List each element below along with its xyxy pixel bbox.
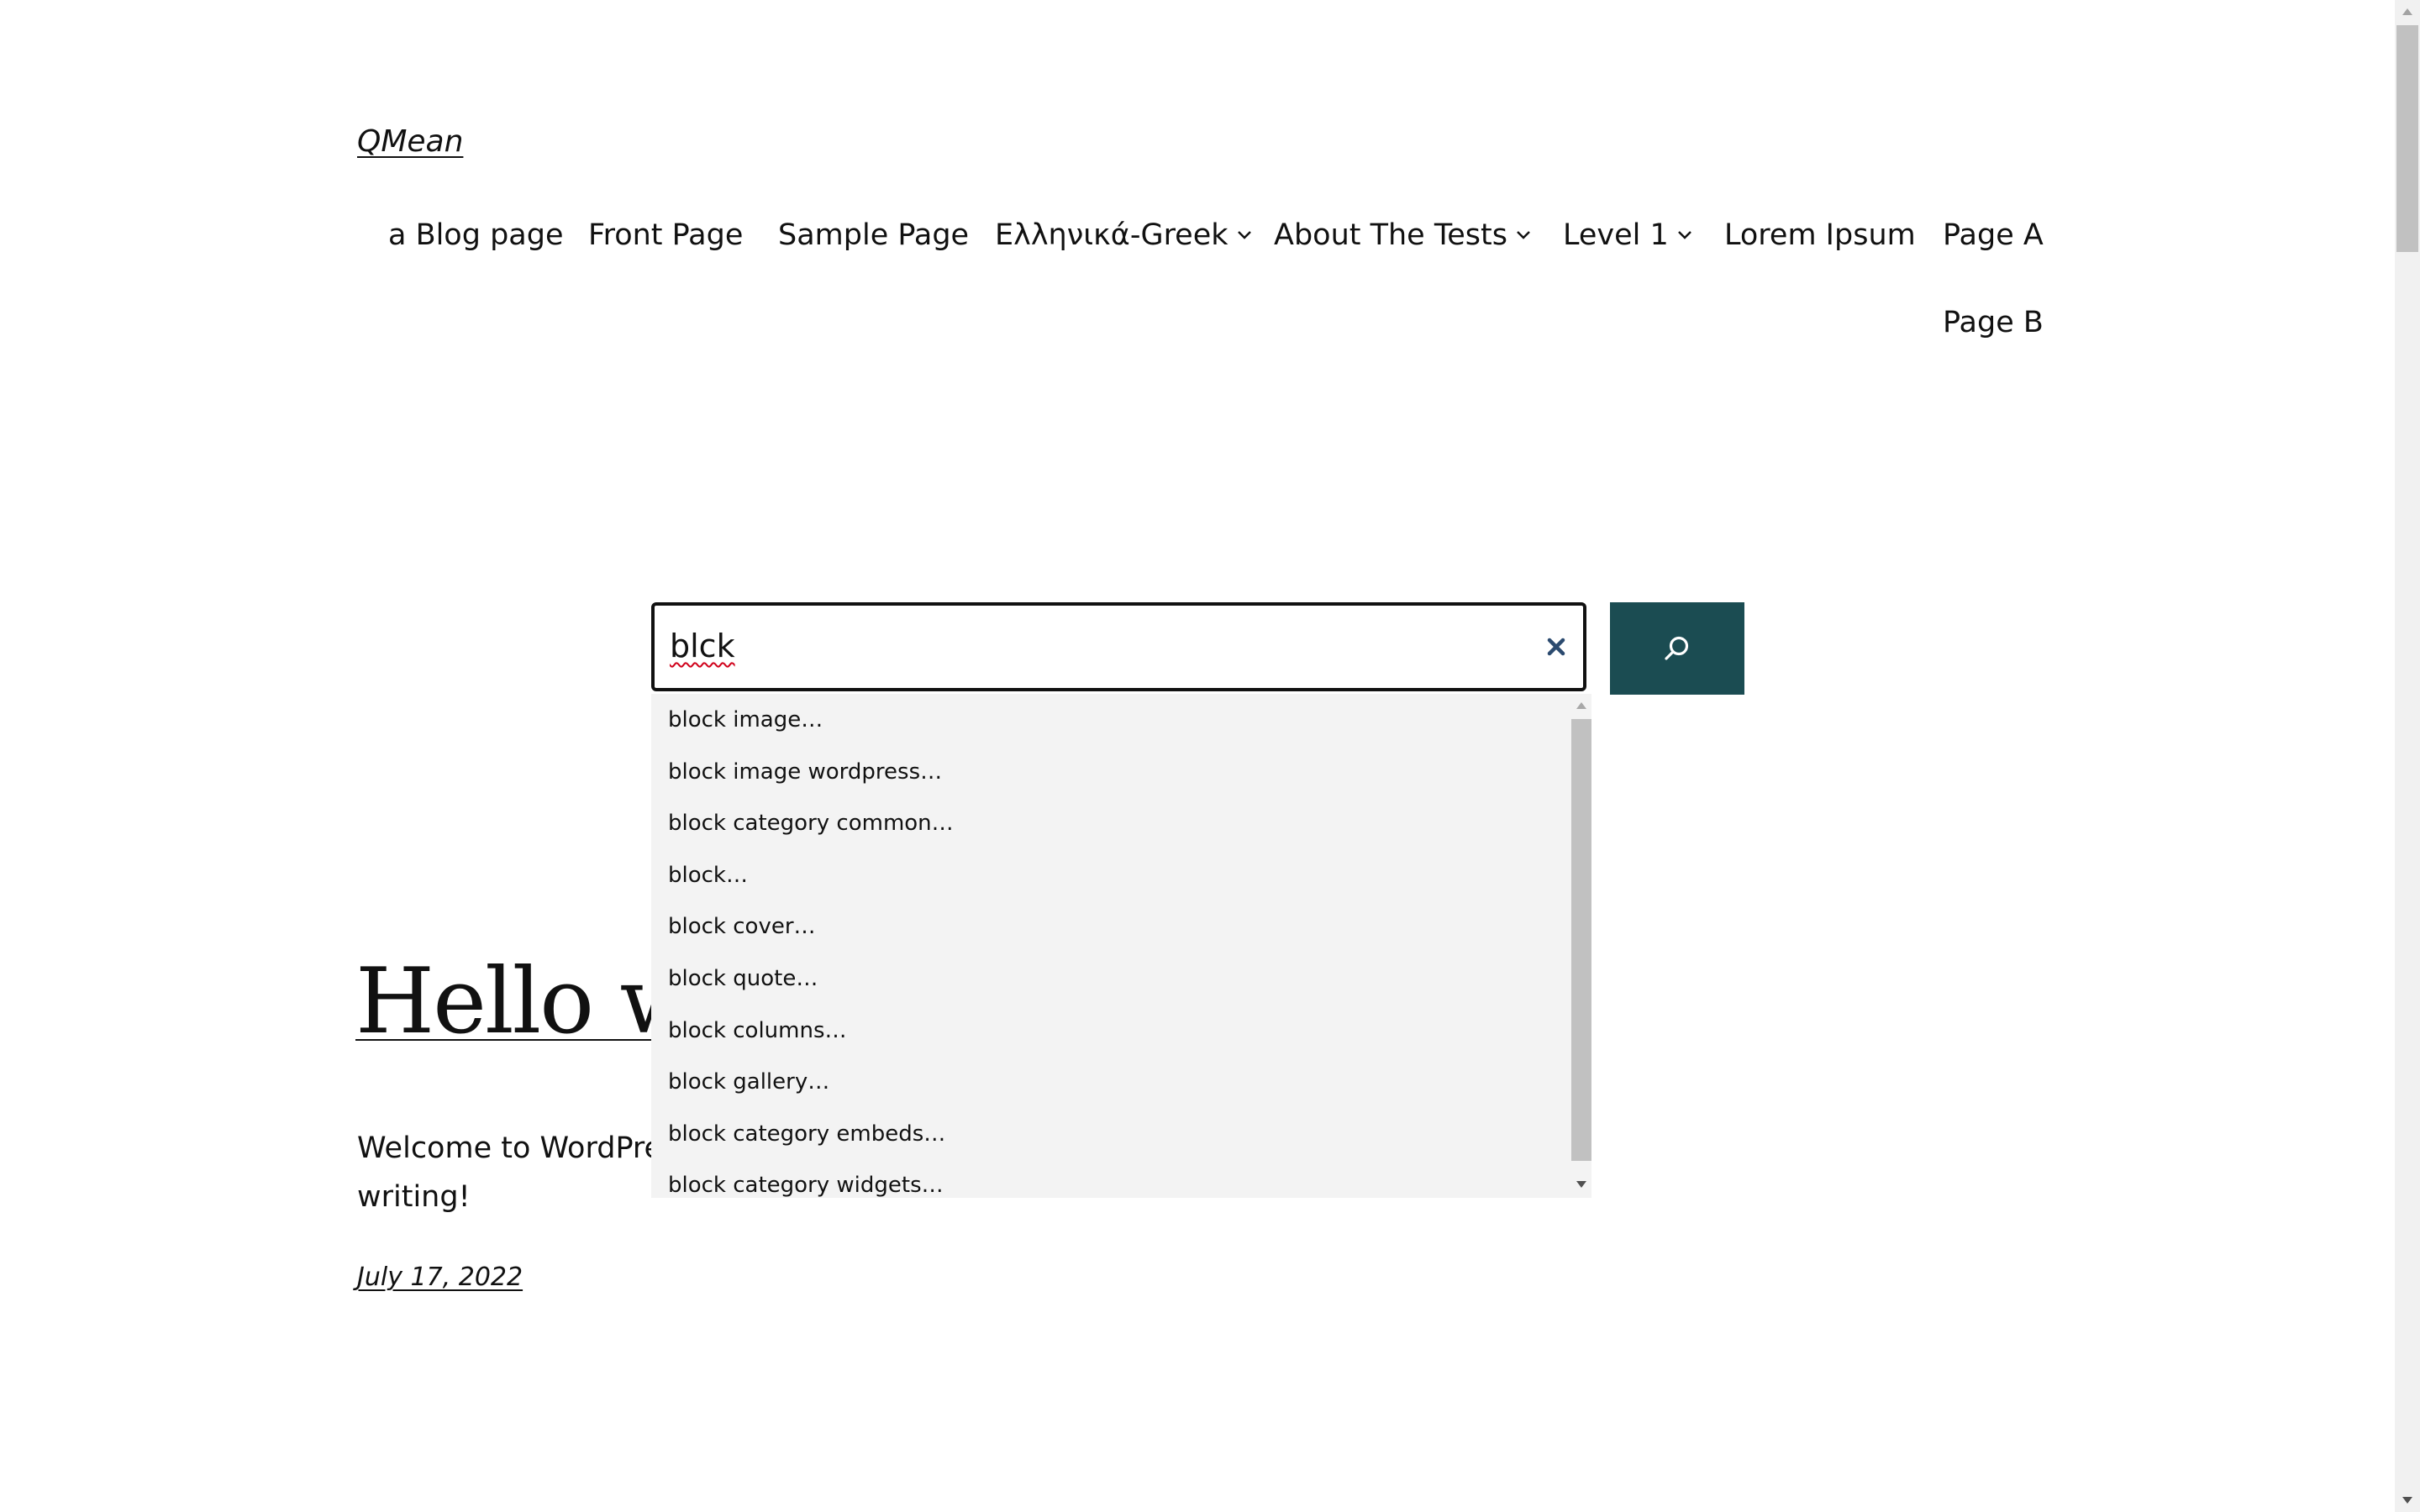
chevron-down-icon[interactable] [1516,217,1531,254]
page: QMean a Blog page Front Page Sample Page… [0,0,2395,1512]
search-button[interactable] [1610,602,1744,695]
suggestion-item[interactable]: block columns… [668,1016,847,1045]
scroll-down-arrow-icon[interactable] [2402,1497,2412,1504]
suggestion-item[interactable]: block quote… [668,964,818,993]
search-input-value: blck [670,627,735,664]
post-date-link[interactable]: July 17, 2022 [357,1263,523,1292]
nav-item-sample-page[interactable]: Sample Page [778,217,969,254]
suggestions-scrollbar[interactable] [1570,694,1591,1198]
scroll-up-arrow-icon[interactable] [1576,702,1586,709]
suggestion-item[interactable]: block cover… [668,912,816,941]
scroll-down-arrow-icon[interactable] [1576,1181,1586,1188]
search-input[interactable]: blck [651,602,1586,691]
suggestion-item[interactable]: block image… [668,706,823,734]
nav-item-blog-page[interactable]: a Blog page [388,217,563,254]
nav-item-front-page[interactable]: Front Page [588,217,743,254]
nav-item-greek-label: Ελληνικά-Greek [995,218,1228,252]
suggestion-item[interactable]: block category common… [668,809,954,837]
post-excerpt-line-2: writing! [357,1180,471,1214]
suggestion-item[interactable]: block… [668,861,748,890]
scroll-up-arrow-icon[interactable] [2402,8,2412,15]
close-icon[interactable] [1544,635,1568,659]
post-excerpt-line-1: Welcome to WordPre [357,1131,663,1165]
suggestion-item[interactable]: block gallery… [668,1068,829,1096]
suggestion-item[interactable]: block image wordpress… [668,758,942,786]
page-scroll-thumb[interactable] [2396,25,2418,252]
suggestion-item[interactable]: block category widgets… [668,1171,944,1198]
suggestion-item[interactable]: block category embeds… [668,1120,945,1148]
nav-item-level-1[interactable]: Level 1 [1563,217,1692,254]
nav-item-lorem-ipsum[interactable]: Lorem Ipsum [1724,217,1916,254]
nav-item-about-the-tests[interactable]: About The Tests [1274,217,1531,254]
nav-item-about-the-tests-label: About The Tests [1274,218,1507,252]
suggestions-scroll-thumb[interactable] [1571,719,1591,1161]
nav-item-level-1-label: Level 1 [1563,218,1669,252]
nav-item-page-b[interactable]: Page B [1943,304,2044,341]
site-title-link[interactable]: QMean [357,124,463,159]
nav-item-greek[interactable]: Ελληνικά-Greek [995,217,1252,254]
page-scrollbar[interactable] [2395,0,2420,1512]
chevron-down-icon[interactable] [1237,217,1252,254]
nav-item-page-a[interactable]: Page A [1943,217,2044,254]
search-suggestions-dropdown: block image… block image wordpress… bloc… [651,694,1591,1198]
chevron-down-icon[interactable] [1677,217,1692,254]
